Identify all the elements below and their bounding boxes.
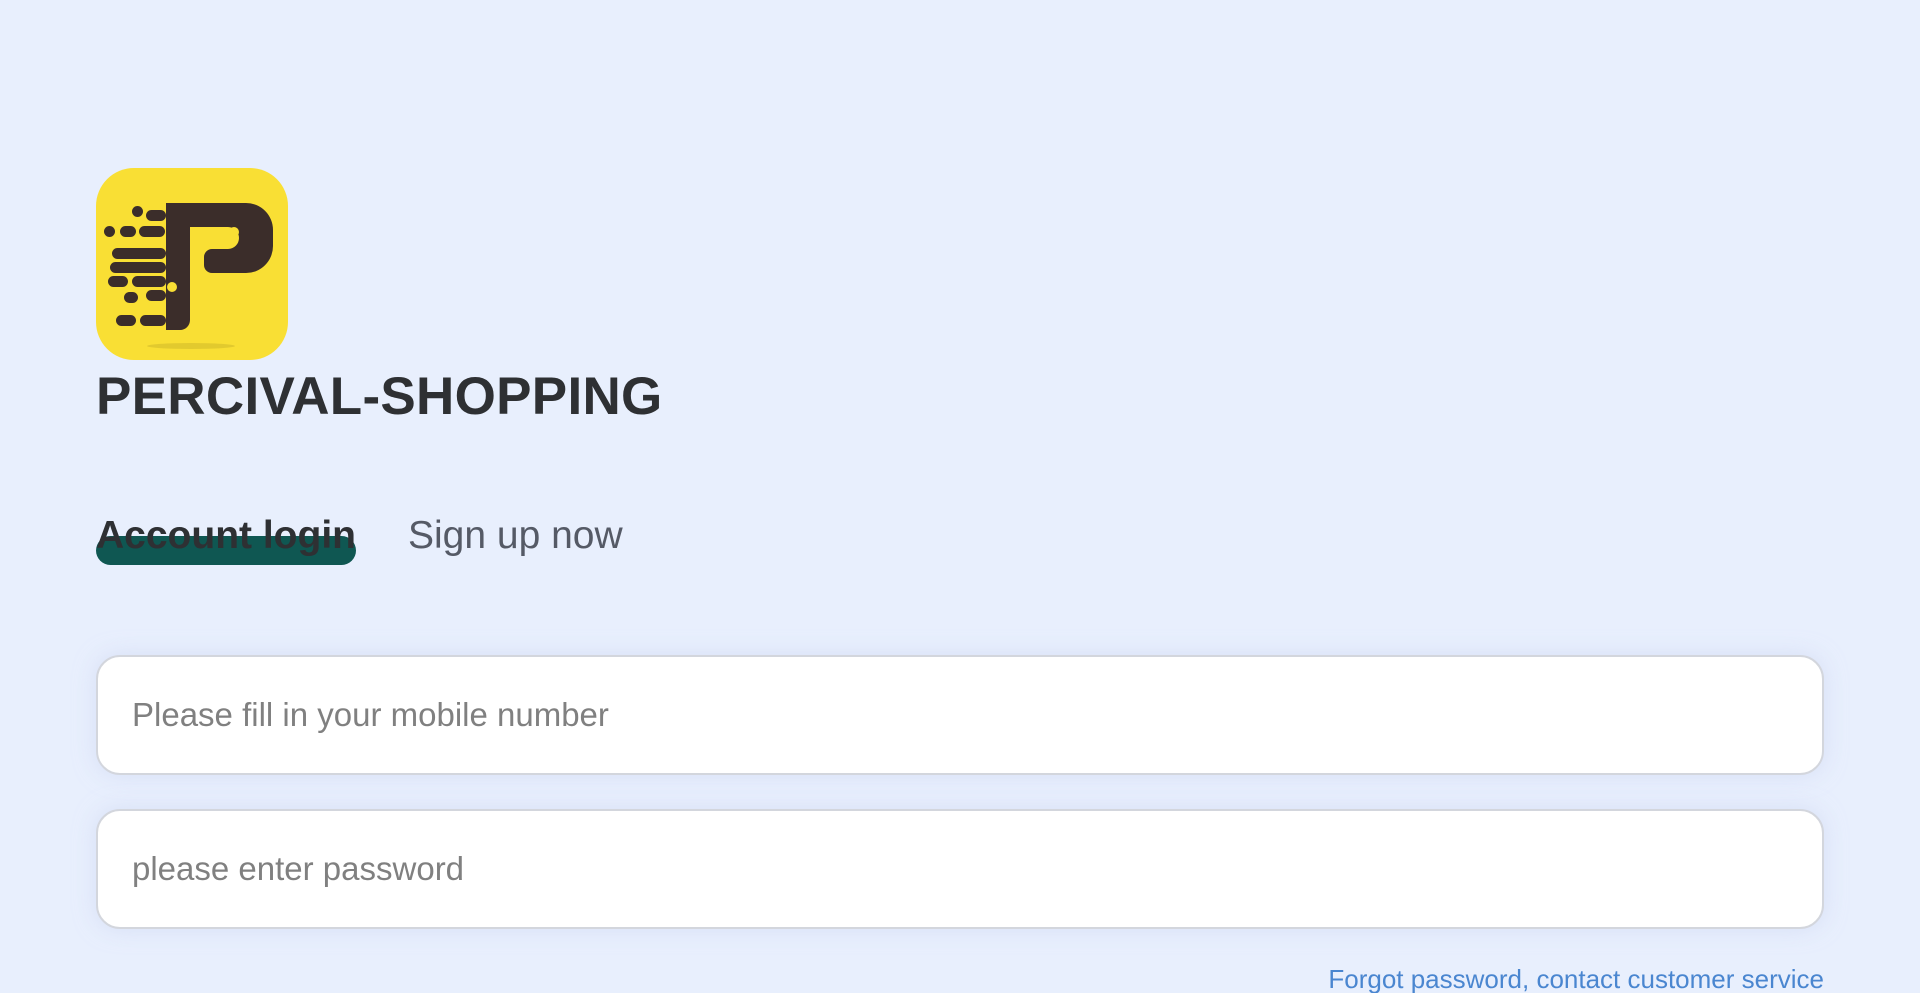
brand-name: PERCIVAL-SHOPPING (96, 367, 663, 426)
password-field[interactable] (96, 809, 1824, 929)
brand-logo (96, 168, 288, 360)
tab-account-login-label: Account login (96, 514, 356, 557)
mobile-field[interactable] (96, 655, 1824, 775)
password-input[interactable] (132, 850, 1788, 888)
forgot-password-link[interactable]: Forgot password, contact customer servic… (1328, 964, 1824, 993)
tab-account-login[interactable]: Account login (96, 510, 356, 565)
login-page: PERCIVAL-SHOPPING Account login Sign up … (0, 0, 1920, 993)
percival-p-logo-icon (96, 168, 288, 360)
login-tabs: Account login Sign up now (96, 510, 623, 570)
mobile-input[interactable] (132, 696, 1788, 734)
tab-sign-up-label: Sign up now (407, 514, 623, 557)
tab-sign-up[interactable]: Sign up now (408, 510, 623, 562)
